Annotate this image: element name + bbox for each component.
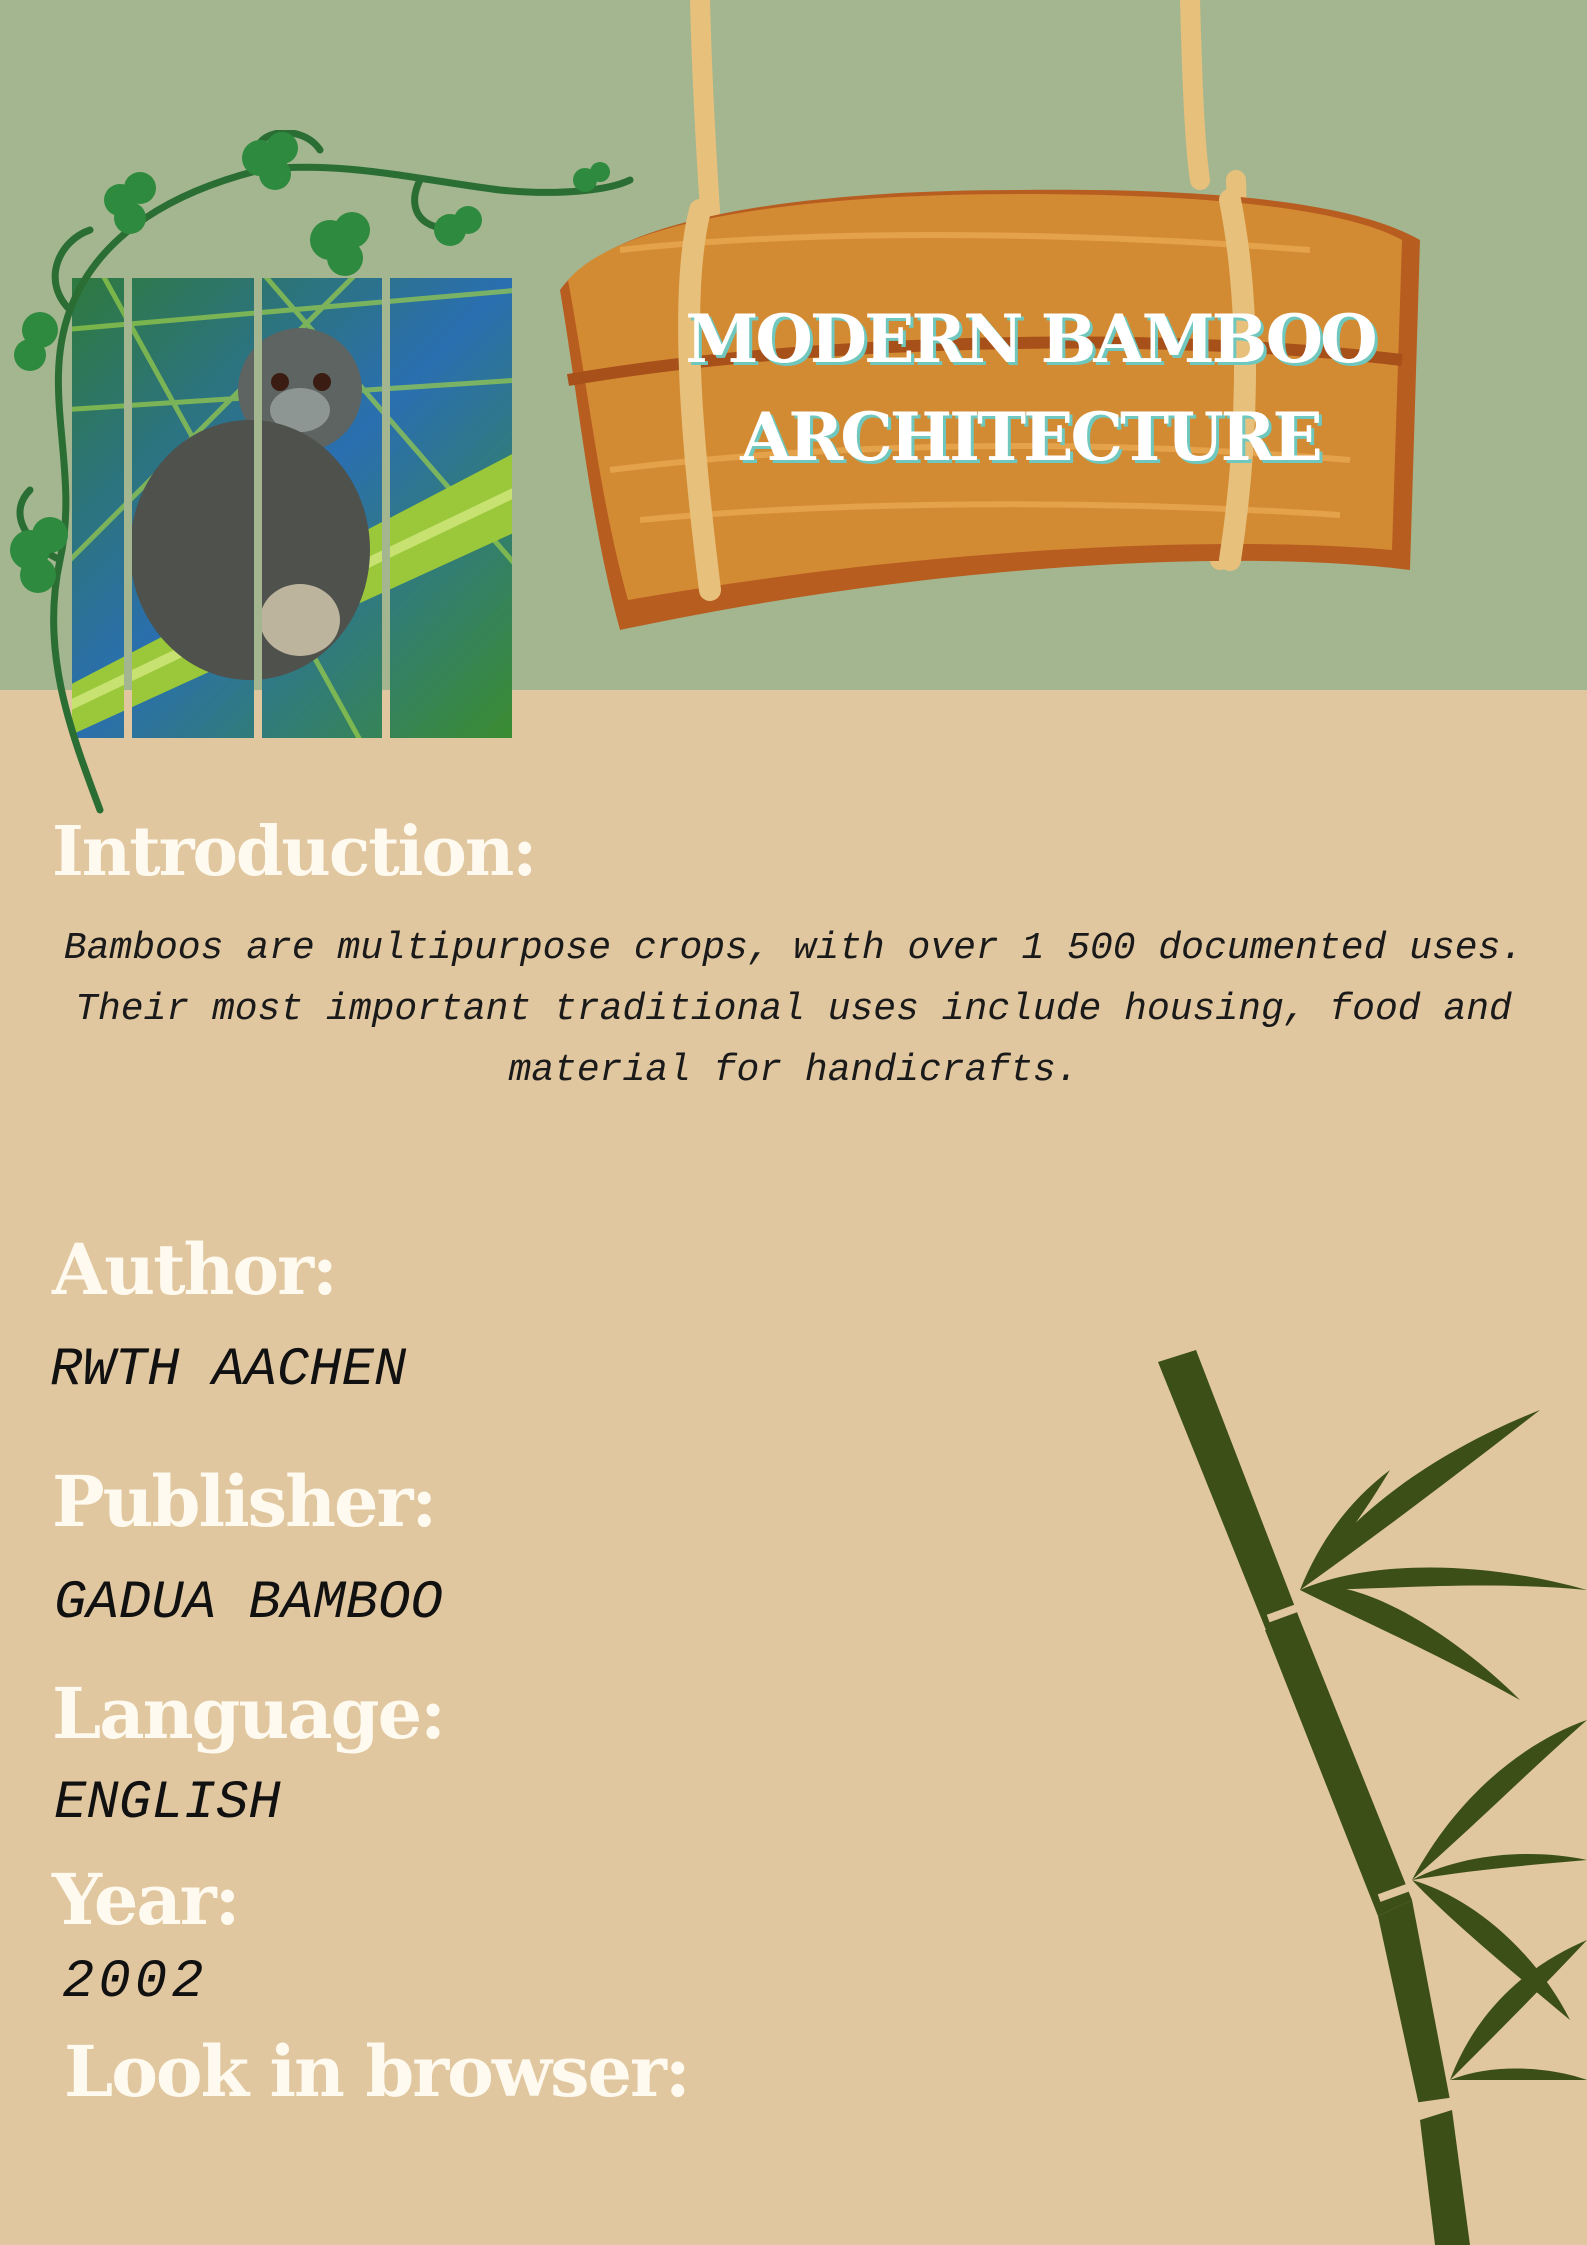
publisher-value: GADUA BAMBOO	[54, 1573, 443, 1634]
introduction-body: Bamboos are multipurpose crops, with ove…	[63, 927, 1524, 1092]
document-title: MODERN BAMBOO ARCHITECTURE	[685, 300, 1377, 476]
bamboo-plant	[1158, 1350, 1587, 2245]
language-heading: Language:	[52, 1672, 446, 1755]
author-heading: Author:	[52, 1228, 338, 1311]
look-in-browser-heading: Look in browser:	[64, 2030, 691, 2113]
year-value: 2002	[62, 1952, 208, 2013]
year-heading: Year:	[52, 1858, 240, 1941]
language-value: ENGLISH	[54, 1773, 281, 1834]
publisher-heading: Publisher:	[52, 1460, 437, 1543]
author-value: RWTH AACHEN	[50, 1340, 407, 1401]
introduction-heading: Introduction:	[52, 812, 537, 892]
